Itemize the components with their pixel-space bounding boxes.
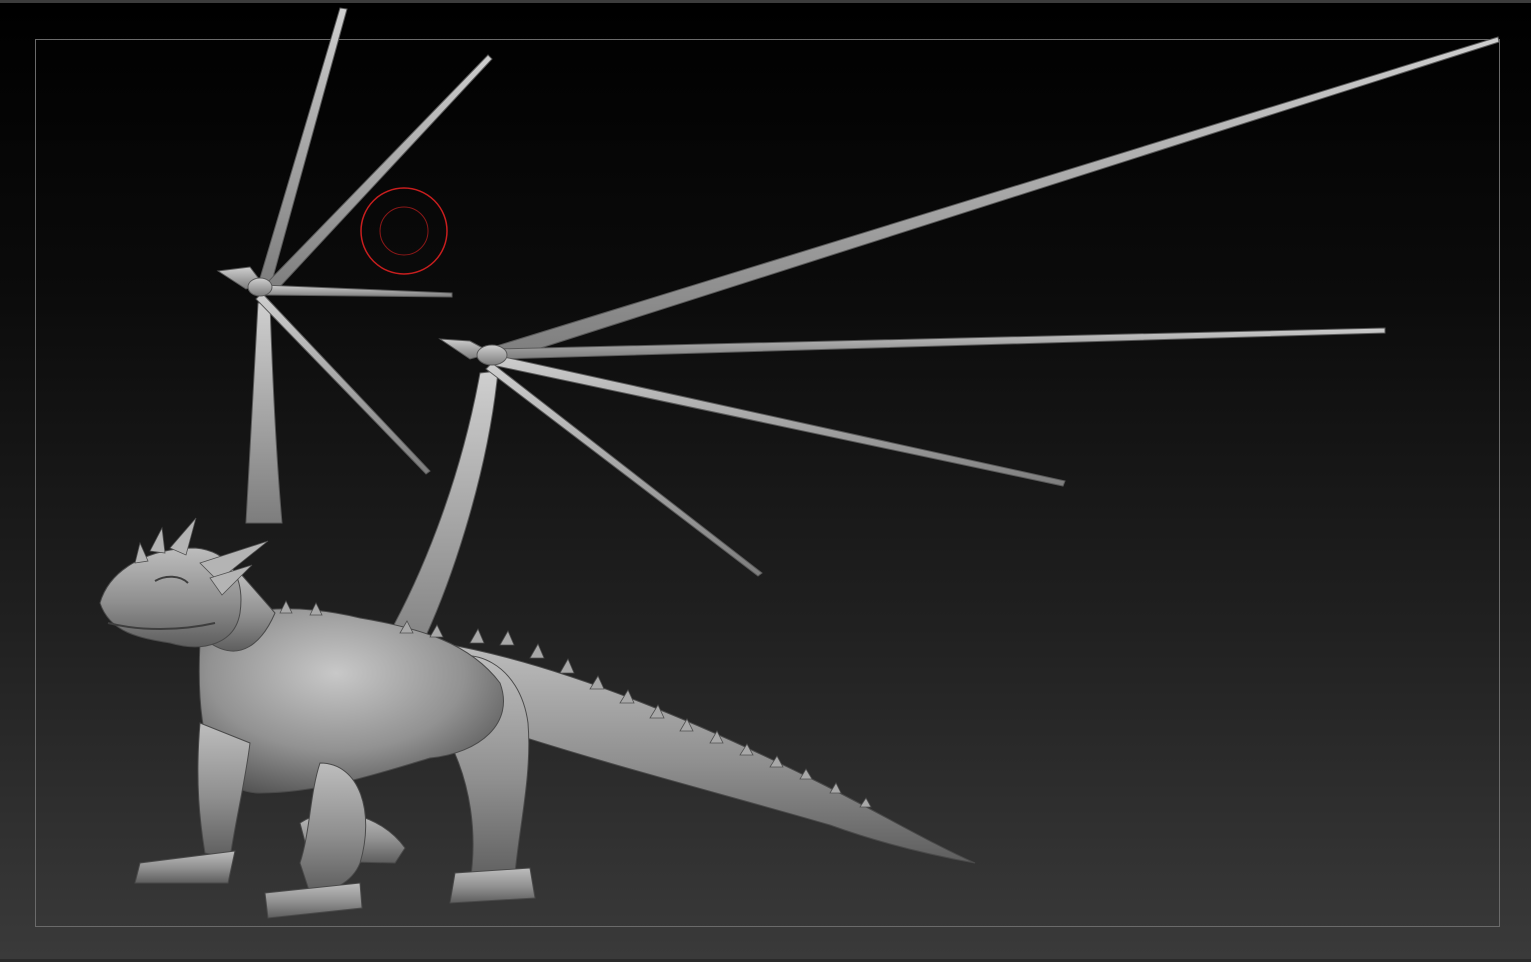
sculpt-viewport[interactable] xyxy=(0,3,1531,962)
left-wing xyxy=(216,7,493,524)
zbrush-canvas[interactable] xyxy=(0,0,1531,959)
right-wing xyxy=(377,36,1500,669)
brush-draw-size-icon[interactable] xyxy=(360,187,448,275)
head xyxy=(99,517,276,652)
